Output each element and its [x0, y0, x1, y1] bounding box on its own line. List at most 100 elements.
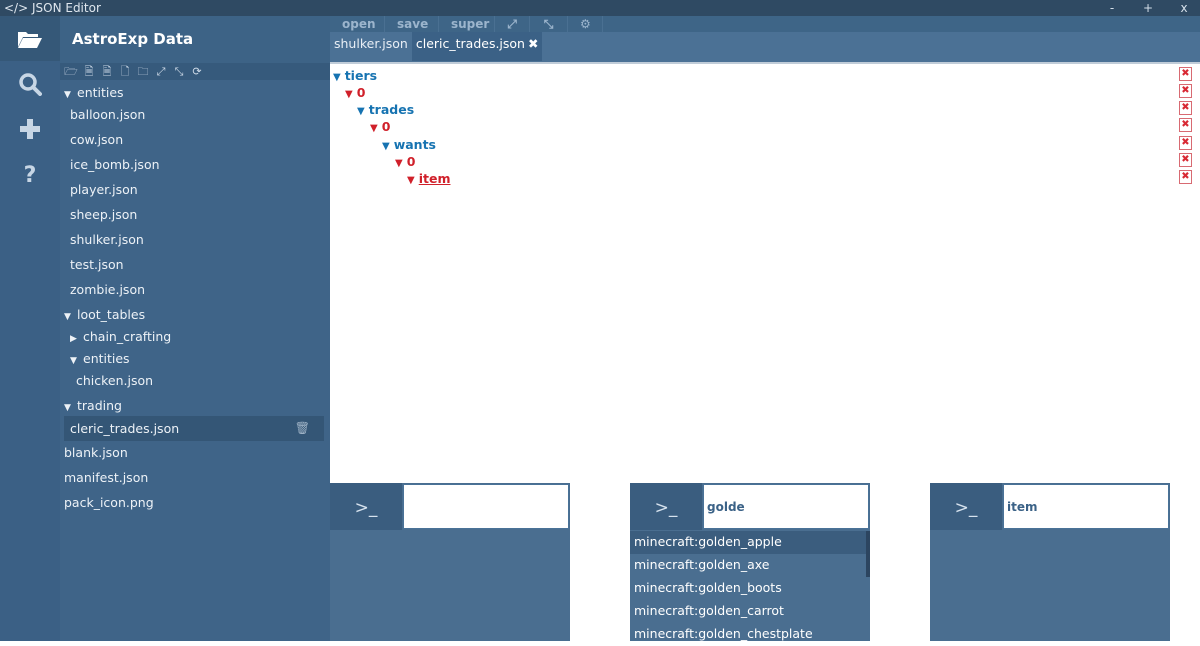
autocomplete-scrollbar[interactable]: [866, 531, 870, 577]
close-tab-icon[interactable]: ✖: [528, 36, 538, 51]
expand-all-icon[interactable]: ⤢: [153, 64, 169, 79]
new-folder-icon[interactable]: 🗀: [135, 64, 151, 79]
tree-file[interactable]: shulker.json: [70, 229, 144, 251]
search-icon: [19, 72, 42, 96]
caret-down-icon: ▼: [345, 89, 353, 100]
tree-label: cleric_trades.json: [70, 421, 180, 436]
console-input[interactable]: [403, 484, 569, 529]
delete-node-button[interactable]: ✖: [1179, 67, 1192, 81]
add-button[interactable]: [0, 106, 60, 151]
json-node[interactable]: ▼ trades: [357, 101, 414, 118]
explorer-button[interactable]: [0, 16, 60, 61]
tree-label: loot_tables: [77, 307, 146, 322]
tab-label: cleric_trades.json: [415, 36, 525, 51]
tab-cleric-trades[interactable]: cleric_trades.json ✖: [411, 32, 543, 61]
tree-file[interactable]: zombie.json: [70, 279, 145, 301]
project-header: AstroExp Data: [60, 16, 330, 63]
delete-node-button[interactable]: ✖: [1179, 101, 1192, 115]
autocomplete-item[interactable]: minecraft:golden_apple: [630, 531, 866, 554]
json-node[interactable]: ▼ 0: [370, 118, 390, 135]
autocomplete-list: minecraft:golden_apple minecraft:golden_…: [630, 531, 866, 646]
tab-label: shulker.json: [334, 36, 408, 51]
maximize-button[interactable]: +: [1138, 0, 1158, 16]
new-json-file-icon[interactable]: 🗎: [81, 64, 97, 79]
collapse-button[interactable]: ⤡: [530, 16, 568, 32]
expand-button[interactable]: ⤢: [495, 16, 530, 32]
help-button[interactable]: ?: [0, 153, 60, 198]
node-key: tiers: [344, 68, 378, 83]
caret-down-icon: ▼: [382, 141, 390, 152]
autocomplete-item[interactable]: minecraft:golden_carrot: [630, 600, 866, 623]
close-window-button[interactable]: x: [1174, 0, 1194, 16]
caret-down-icon: ▼: [64, 312, 71, 322]
tree-file[interactable]: cow.json: [70, 129, 123, 151]
json-node[interactable]: ▼ 0: [345, 84, 365, 101]
minimize-button[interactable]: -: [1102, 0, 1122, 16]
tree-file[interactable]: manifest.json: [64, 467, 148, 489]
menu-bar: open save super ⤢ ⤡ ⚙: [330, 16, 1200, 32]
tree-label: chain_crafting: [83, 329, 172, 344]
node-key: 0: [356, 85, 366, 100]
json-tree-editor: ▼ tiers ▼ 0 ▼ trades ▼ 0 ▼ wants ▼ 0 ▼ item ✖ ✖…: [330, 62, 1200, 480]
trash-icon[interactable]: 🗑: [295, 416, 310, 441]
tree-folder-loot-tables[interactable]: ▼ loot_tables: [64, 304, 145, 326]
tree-file[interactable]: ice_bomb.json: [70, 154, 160, 176]
tree-file[interactable]: sheep.json: [70, 204, 137, 226]
tree-file[interactable]: player.json: [70, 179, 138, 201]
close-icon: ✖: [1181, 154, 1190, 165]
refresh-icon[interactable]: ⟳: [189, 64, 205, 79]
close-icon: ✖: [1181, 119, 1190, 130]
tree-file[interactable]: pack_icon.png: [64, 492, 154, 514]
new-code-file-icon[interactable]: 🗎: [99, 64, 115, 79]
autocomplete-item[interactable]: minecraft:golden_chestplate: [630, 623, 866, 646]
expand-icon: ⤢: [507, 17, 517, 31]
autocomplete-item[interactable]: minecraft:golden_axe: [630, 554, 866, 577]
console-input[interactable]: [1003, 484, 1169, 529]
node-key: trades: [368, 102, 415, 117]
save-button[interactable]: save: [385, 16, 439, 32]
collapse-all-icon[interactable]: ⤡: [171, 64, 187, 79]
delete-node-button[interactable]: ✖: [1179, 153, 1192, 167]
delete-node-button[interactable]: ✖: [1179, 84, 1192, 98]
console-panel-1: >_: [330, 483, 570, 641]
tab-bar: shulker.json cleric_trades.json ✖: [330, 32, 543, 61]
tree-folder-chain-crafting[interactable]: ▶ chain_crafting: [70, 326, 171, 348]
gear-icon: ⚙: [580, 17, 591, 31]
close-icon: ✖: [1181, 137, 1190, 148]
tree-folder-trading[interactable]: ▼ trading: [64, 395, 122, 417]
caret-down-icon: ▼: [407, 175, 415, 186]
delete-node-button[interactable]: ✖: [1179, 118, 1192, 132]
open-folder-icon[interactable]: 🗁: [63, 64, 79, 79]
open-button[interactable]: open: [330, 16, 385, 32]
json-node[interactable]: ▼ wants: [382, 136, 436, 153]
plus-icon: [20, 118, 40, 139]
delete-node-button[interactable]: ✖: [1179, 136, 1192, 150]
autocomplete-item[interactable]: minecraft:golden_boots: [630, 577, 866, 600]
close-icon: ✖: [1181, 102, 1190, 113]
file-explorer: AstroExp Data 🗁 🗎 🗎 🗋 🗀 ⤢ ⤡ ⟳ ▼ entities …: [60, 16, 330, 641]
tree-file[interactable]: blank.json: [64, 442, 128, 464]
close-icon: ✖: [1181, 85, 1190, 96]
tree-file[interactable]: balloon.json: [70, 104, 145, 126]
explorer-toolbar: 🗁 🗎 🗎 🗋 🗀 ⤢ ⤡ ⟳: [60, 63, 330, 80]
json-node[interactable]: ▼ tiers: [333, 67, 377, 84]
tree-file[interactable]: test.json: [70, 254, 124, 276]
super-button[interactable]: super: [439, 16, 495, 32]
tab-shulker[interactable]: shulker.json: [330, 32, 412, 61]
tree-folder-entities[interactable]: ▼ entities: [64, 82, 124, 104]
settings-button[interactable]: ⚙: [568, 16, 603, 32]
json-node-selected[interactable]: ▼ item: [407, 170, 450, 187]
new-file-icon[interactable]: 🗋: [117, 64, 133, 79]
caret-down-icon: ▼: [70, 356, 77, 366]
tree-folder-entities-loot[interactable]: ▼ entities: [70, 348, 130, 370]
node-key: 0: [406, 154, 416, 169]
node-key: wants: [393, 137, 437, 152]
delete-node-button[interactable]: ✖: [1179, 170, 1192, 184]
search-button[interactable]: [0, 61, 60, 106]
tree-file-selected[interactable]: cleric_trades.json 🗑: [64, 416, 324, 441]
tree-file[interactable]: chicken.json: [76, 370, 153, 392]
json-node[interactable]: ▼ 0: [395, 153, 415, 170]
tree-label: trading: [77, 398, 122, 413]
console-input[interactable]: [703, 484, 869, 529]
tree-label: entities: [83, 351, 130, 366]
